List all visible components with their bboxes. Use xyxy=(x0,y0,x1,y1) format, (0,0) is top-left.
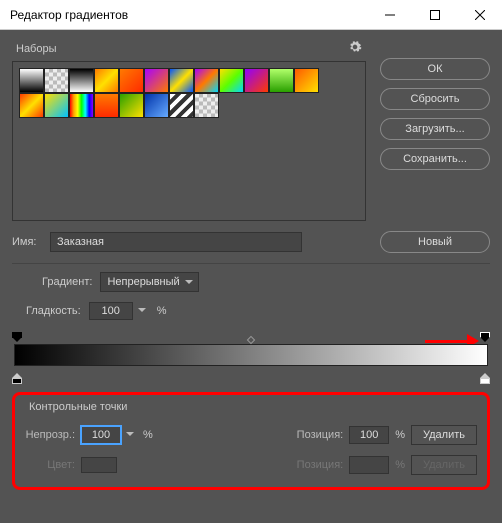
control-points-title: Контрольные точки xyxy=(29,401,481,413)
smoothness-label: Гладкость: xyxy=(26,305,81,317)
control-points-panel: Контрольные точки Непрозр.: % Позиция: %… xyxy=(12,392,490,490)
preset-swatch[interactable] xyxy=(244,68,269,93)
color-label: Цвет: xyxy=(25,459,75,471)
color-swatch-input xyxy=(81,457,117,473)
name-label: Имя: xyxy=(12,236,42,248)
gradient-editor[interactable] xyxy=(14,334,488,378)
color-stop-left[interactable] xyxy=(12,368,22,380)
name-input[interactable] xyxy=(50,232,302,252)
separator xyxy=(12,263,490,264)
preset-swatch[interactable] xyxy=(169,68,194,93)
ok-button[interactable]: ОК xyxy=(380,58,490,80)
close-button[interactable] xyxy=(457,0,502,30)
position2-unit: % xyxy=(395,459,405,471)
preset-swatch[interactable] xyxy=(144,68,169,93)
preset-swatch[interactable] xyxy=(19,68,44,93)
preset-swatch[interactable] xyxy=(69,93,94,118)
color-stop-right[interactable] xyxy=(480,368,490,380)
reset-button[interactable]: Сбросить xyxy=(380,88,490,110)
preset-swatch[interactable] xyxy=(294,68,319,93)
preset-swatch[interactable] xyxy=(219,68,244,93)
opacity-unit: % xyxy=(143,429,153,441)
opacity-stop-left[interactable] xyxy=(12,332,22,342)
preset-swatch[interactable] xyxy=(169,93,194,118)
preset-swatch[interactable] xyxy=(94,68,119,93)
window-title: Редактор градиентов xyxy=(10,8,367,22)
gear-icon[interactable] xyxy=(348,40,362,57)
smoothness-unit: % xyxy=(157,305,167,317)
preset-swatch[interactable] xyxy=(144,93,169,118)
save-button[interactable]: Сохранить... xyxy=(380,148,490,170)
new-button[interactable]: Новый xyxy=(380,231,490,253)
delete-color-stop-button: Удалить xyxy=(411,455,477,475)
titlebar: Редактор градиентов xyxy=(0,0,502,30)
preset-swatch[interactable] xyxy=(19,93,44,118)
preset-swatch[interactable] xyxy=(69,68,94,93)
minimize-button[interactable] xyxy=(367,0,412,30)
opacity-label: Непрозр.: xyxy=(25,429,75,441)
position1-label: Позиция: xyxy=(297,429,344,441)
gradient-bar[interactable] xyxy=(14,344,488,366)
preset-swatch[interactable] xyxy=(94,93,119,118)
position1-input[interactable] xyxy=(349,426,389,444)
maximize-button[interactable] xyxy=(412,0,457,30)
presets-label: Наборы xyxy=(16,43,57,55)
presets-grid[interactable] xyxy=(12,61,366,221)
preset-swatch[interactable] xyxy=(269,68,294,93)
preset-swatch[interactable] xyxy=(194,68,219,93)
opacity-input[interactable] xyxy=(81,426,121,444)
gradient-type-select[interactable]: Непрерывный xyxy=(100,272,198,292)
preset-swatch[interactable] xyxy=(194,93,219,118)
smoothness-input[interactable] xyxy=(89,302,133,320)
gradient-type-label: Градиент: xyxy=(42,276,92,288)
position2-label: Позиция: xyxy=(297,459,344,471)
preset-swatch[interactable] xyxy=(44,93,69,118)
load-button[interactable]: Загрузить... xyxy=(380,118,490,140)
position1-unit: % xyxy=(395,429,405,441)
delete-opacity-stop-button[interactable]: Удалить xyxy=(411,425,477,445)
preset-swatch[interactable] xyxy=(119,68,144,93)
preset-swatch[interactable] xyxy=(44,68,69,93)
position2-input xyxy=(349,456,389,474)
preset-swatch[interactable] xyxy=(119,93,144,118)
